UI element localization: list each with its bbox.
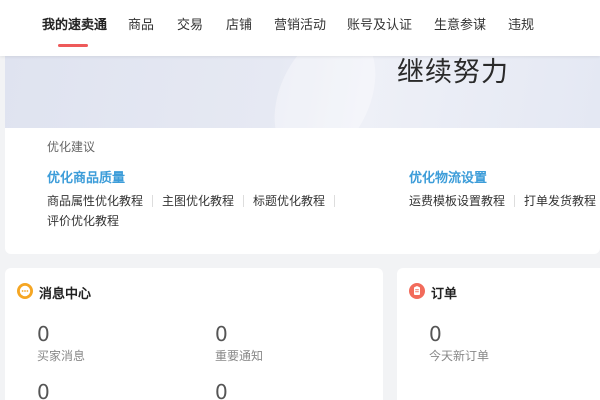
orders-card: 订单 0 今天新订单 bbox=[397, 268, 600, 400]
important-notices-count[interactable]: 0 bbox=[215, 324, 228, 344]
important-notices-label[interactable]: 重要通知 bbox=[215, 347, 263, 364]
product-quality-links-row2: 评价优化教程 bbox=[47, 212, 119, 229]
new-orders-label[interactable]: 今天新订单 bbox=[429, 347, 489, 364]
logistics-links: 运费模板设置教程 打单发货教程 bbox=[409, 192, 600, 209]
nav-violations[interactable]: 违规 bbox=[508, 0, 534, 56]
buyer-messages-count[interactable]: 0 bbox=[37, 324, 50, 344]
nav-marketing[interactable]: 营销活动 bbox=[274, 0, 326, 56]
print-ship-tutorial-link[interactable]: 打单发货教程 bbox=[524, 192, 596, 209]
logistics-heading[interactable]: 优化物流设置 bbox=[409, 167, 487, 186]
message-center-title: 消息中心 bbox=[39, 287, 92, 302]
shipping-template-tutorial-link[interactable]: 运费模板设置教程 bbox=[409, 192, 505, 209]
nav-my-aliexpress[interactable]: 我的速卖通 bbox=[42, 0, 107, 56]
product-quality-links: 商品属性优化教程 主图优化教程 标题优化教程 bbox=[47, 192, 344, 209]
banner-decoration bbox=[254, 56, 396, 179]
top-navigation: 我的速卖通 商品 交易 店铺 营销活动 账号及认证 生意参谋 违规 bbox=[0, 0, 600, 56]
suggestions-title: 优化建议 bbox=[47, 140, 96, 154]
divider bbox=[334, 194, 336, 207]
active-tab-indicator bbox=[58, 44, 88, 47]
divider bbox=[243, 194, 245, 207]
message-center-card: 消息中心 0 买家消息 0 重要通知 0 0 bbox=[5, 268, 383, 400]
nav-business-advisor[interactable]: 生意参谋 bbox=[434, 0, 486, 56]
buyer-messages-label[interactable]: 买家消息 bbox=[37, 347, 85, 364]
stat-count[interactable]: 0 bbox=[37, 382, 50, 400]
product-quality-heading[interactable]: 优化商品质量 bbox=[47, 167, 125, 186]
banner: 继续努力 bbox=[5, 56, 600, 179]
product-attribute-tutorial-link[interactable]: 商品属性优化教程 bbox=[47, 192, 143, 209]
review-tutorial-link[interactable]: 评价优化教程 bbox=[47, 212, 119, 229]
nav-store[interactable]: 店铺 bbox=[226, 0, 252, 56]
chat-bubble-icon bbox=[17, 283, 33, 299]
stat-count[interactable]: 0 bbox=[215, 382, 228, 400]
title-tutorial-link[interactable]: 标题优化教程 bbox=[253, 192, 325, 209]
nav-account[interactable]: 账号及认证 bbox=[347, 0, 412, 56]
nav-transactions[interactable]: 交易 bbox=[177, 0, 203, 56]
main-image-tutorial-link[interactable]: 主图优化教程 bbox=[162, 192, 234, 209]
new-orders-count[interactable]: 0 bbox=[429, 324, 442, 344]
divider bbox=[152, 194, 154, 207]
orders-title: 订单 bbox=[431, 287, 458, 302]
banner-slogan: 继续努力 bbox=[397, 57, 509, 88]
clipboard-icon bbox=[409, 283, 425, 299]
divider bbox=[514, 194, 516, 207]
suggestions-card: 继续努力 优化建议 优化商品质量 商品属性优化教程 主图优化教程 标题优化教程 … bbox=[5, 56, 600, 254]
nav-products[interactable]: 商品 bbox=[128, 0, 154, 56]
